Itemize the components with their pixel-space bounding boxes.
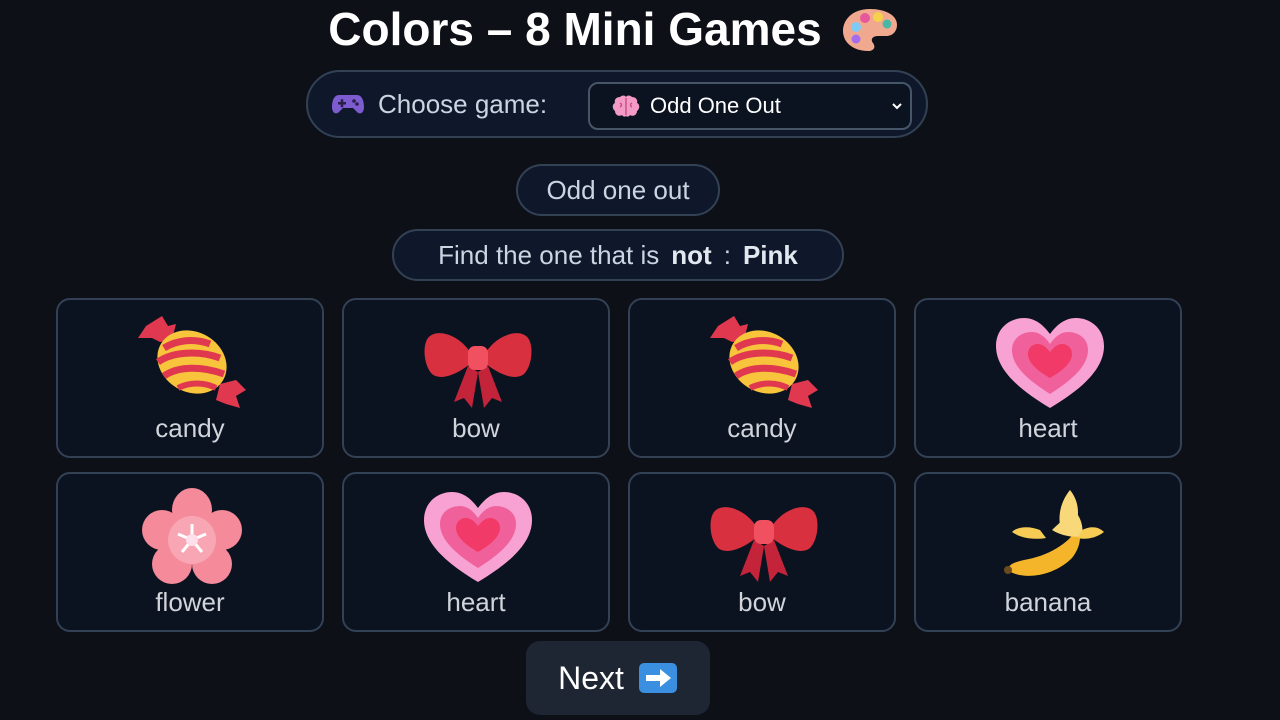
card-label: candy	[155, 413, 225, 443]
right-arrow-icon	[638, 663, 677, 693]
instruction-pill: Find the one that is not: Pink	[392, 229, 844, 281]
next-button[interactable]: Next	[526, 641, 710, 715]
card-heart[interactable]: heart	[342, 472, 610, 632]
game-page: Colors – 8 Mini Games Choose game: Odd O…	[0, 0, 1280, 720]
card-candy[interactable]: candy	[628, 298, 896, 458]
bow-icon	[710, 507, 818, 582]
flower-icon	[142, 488, 242, 584]
mode-badge: Odd one out	[516, 164, 720, 216]
card-label: heart	[1018, 413, 1078, 443]
card-label: heart	[446, 587, 506, 617]
game-select[interactable]: Odd One Out	[588, 82, 912, 130]
palette-icon	[842, 8, 897, 51]
candy-icon	[138, 316, 246, 408]
card-label: bow	[738, 587, 786, 617]
card-candy[interactable]: candy	[56, 298, 324, 458]
prompt-separator: :	[723, 239, 731, 270]
card-bow[interactable]: bow	[628, 472, 896, 632]
banana-icon	[1004, 490, 1104, 576]
selected-game: Odd One Out	[650, 93, 781, 118]
title-text: Colors – 8 Mini Games	[328, 3, 822, 55]
card-label: flower	[155, 587, 225, 617]
card-label: banana	[1004, 587, 1092, 617]
mode-label: Odd one out	[546, 174, 690, 205]
cards-grid: candy bow candy heart flower heart bow b…	[56, 298, 1182, 632]
card-flower[interactable]: flower	[56, 472, 324, 632]
card-banana[interactable]: banana	[914, 472, 1182, 632]
card-bow[interactable]: bow	[342, 298, 610, 458]
prompt-prefix: Find the one that is	[438, 239, 660, 270]
choose-game-label: Choose game:	[378, 88, 548, 119]
card-label: candy	[727, 413, 797, 443]
game-chooser: Choose game: Odd One Out	[306, 70, 928, 138]
heart-icon	[424, 492, 532, 582]
brain-icon	[612, 95, 640, 117]
chevron-down-icon	[892, 103, 902, 110]
next-label: Next	[558, 659, 624, 696]
bow-icon	[424, 333, 532, 408]
heart-icon	[996, 318, 1104, 408]
card-label: bow	[452, 413, 500, 443]
gamepad-icon	[332, 95, 364, 114]
card-heart[interactable]: heart	[914, 298, 1182, 458]
prompt-keyword: not	[671, 239, 712, 270]
prompt-color: Pink	[742, 239, 798, 270]
candy-icon	[710, 316, 818, 408]
page-title: Colors – 8 Mini Games	[0, 2, 1228, 56]
